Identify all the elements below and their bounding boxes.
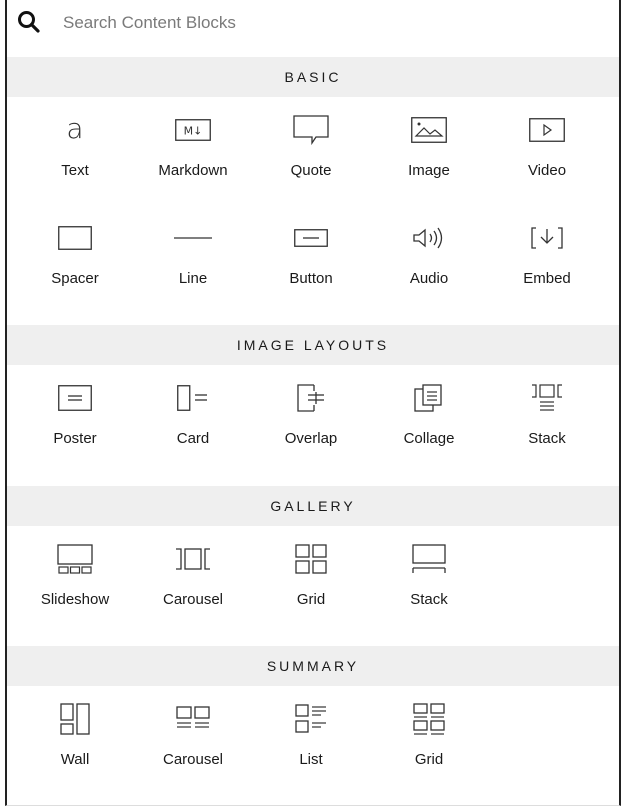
text-icon: a xyxy=(66,112,83,145)
embed-icon xyxy=(531,227,563,249)
block-overlap[interactable]: Overlap xyxy=(252,368,370,464)
card-icon xyxy=(177,385,207,411)
block-summary-grid[interactable]: Grid xyxy=(370,689,488,785)
block-label: Stack xyxy=(410,591,448,608)
slideshow-icon xyxy=(57,544,93,574)
block-label: Line xyxy=(178,270,208,287)
block-label: Overlap xyxy=(284,430,338,447)
block-label: Spacer xyxy=(51,270,99,287)
block-markdown[interactable]: M↓ Markdown xyxy=(134,100,252,196)
block-label: Carousel xyxy=(162,751,224,768)
block-list[interactable]: List xyxy=(252,689,370,785)
block-button[interactable]: Button xyxy=(252,208,370,304)
search-bar xyxy=(7,0,619,58)
summary-grid-icon xyxy=(413,703,445,735)
collage-icon xyxy=(414,384,442,412)
block-carousel[interactable]: Carousel xyxy=(134,529,252,625)
content-blocks-panel: BASIC a Text M↓ Markdown Quote Image xyxy=(5,0,621,806)
block-label: Audio xyxy=(409,270,449,287)
block-embed[interactable]: Embed xyxy=(488,208,606,304)
block-text[interactable]: a Text xyxy=(16,100,134,196)
poster-icon xyxy=(58,385,92,411)
block-label: Embed xyxy=(523,270,571,287)
block-stack[interactable]: Stack xyxy=(488,368,606,464)
video-icon xyxy=(529,118,565,142)
block-video[interactable]: Video xyxy=(488,100,606,196)
block-label: Poster xyxy=(53,430,97,447)
carousel-icon xyxy=(176,548,210,570)
block-grid[interactable]: Grid xyxy=(252,529,370,625)
block-quote[interactable]: Quote xyxy=(252,100,370,196)
block-line[interactable]: Line xyxy=(134,208,252,304)
block-label: Grid xyxy=(296,591,326,608)
block-gallery-stack[interactable]: Stack xyxy=(370,529,488,625)
markdown-icon: M↓ xyxy=(175,119,211,141)
block-summary-carousel[interactable]: Carousel xyxy=(134,689,252,785)
wall-icon xyxy=(60,703,90,735)
search-icon[interactable] xyxy=(17,10,41,34)
svg-text:M↓: M↓ xyxy=(184,125,203,138)
section-header-gallery: GALLERY xyxy=(7,486,619,526)
block-spacer[interactable]: Spacer xyxy=(16,208,134,304)
block-label: Slideshow xyxy=(40,591,110,608)
block-wall[interactable]: Wall xyxy=(16,689,134,785)
section-header-image-layouts: IMAGE LAYOUTS xyxy=(7,325,619,365)
block-label: List xyxy=(299,751,323,768)
grid-icon xyxy=(295,544,327,574)
block-card[interactable]: Card xyxy=(134,368,252,464)
block-label: Video xyxy=(527,162,567,179)
block-label: Wall xyxy=(60,751,90,768)
block-poster[interactable]: Poster xyxy=(16,368,134,464)
block-label: Collage xyxy=(403,430,455,447)
section-header-summary: SUMMARY xyxy=(7,646,619,686)
spacer-icon xyxy=(58,226,92,250)
block-label: Stack xyxy=(528,430,566,447)
svg-text:a: a xyxy=(66,112,83,145)
image-icon xyxy=(411,117,447,143)
block-image[interactable]: Image xyxy=(370,100,488,196)
audio-icon xyxy=(413,227,443,249)
block-label: Image xyxy=(408,162,450,179)
block-label: Text xyxy=(61,162,89,179)
button-icon xyxy=(294,229,328,247)
block-label: Markdown xyxy=(158,162,228,179)
block-slideshow[interactable]: Slideshow xyxy=(16,529,134,625)
overlap-icon xyxy=(297,384,324,412)
block-audio[interactable]: Audio xyxy=(370,208,488,304)
block-collage[interactable]: Collage xyxy=(370,368,488,464)
summary-carousel-icon xyxy=(176,706,210,728)
block-label: Grid xyxy=(414,751,444,768)
list-icon xyxy=(295,704,326,733)
block-label: Carousel xyxy=(162,591,224,608)
block-label: Quote xyxy=(290,162,332,179)
quote-icon xyxy=(293,115,329,146)
block-label: Button xyxy=(289,270,333,287)
block-label: Card xyxy=(176,430,210,447)
search-input[interactable] xyxy=(63,8,563,38)
stack-icon xyxy=(532,384,562,411)
section-header-basic: BASIC xyxy=(7,57,619,97)
gallery-stack-icon xyxy=(412,544,446,573)
line-icon xyxy=(174,237,212,239)
